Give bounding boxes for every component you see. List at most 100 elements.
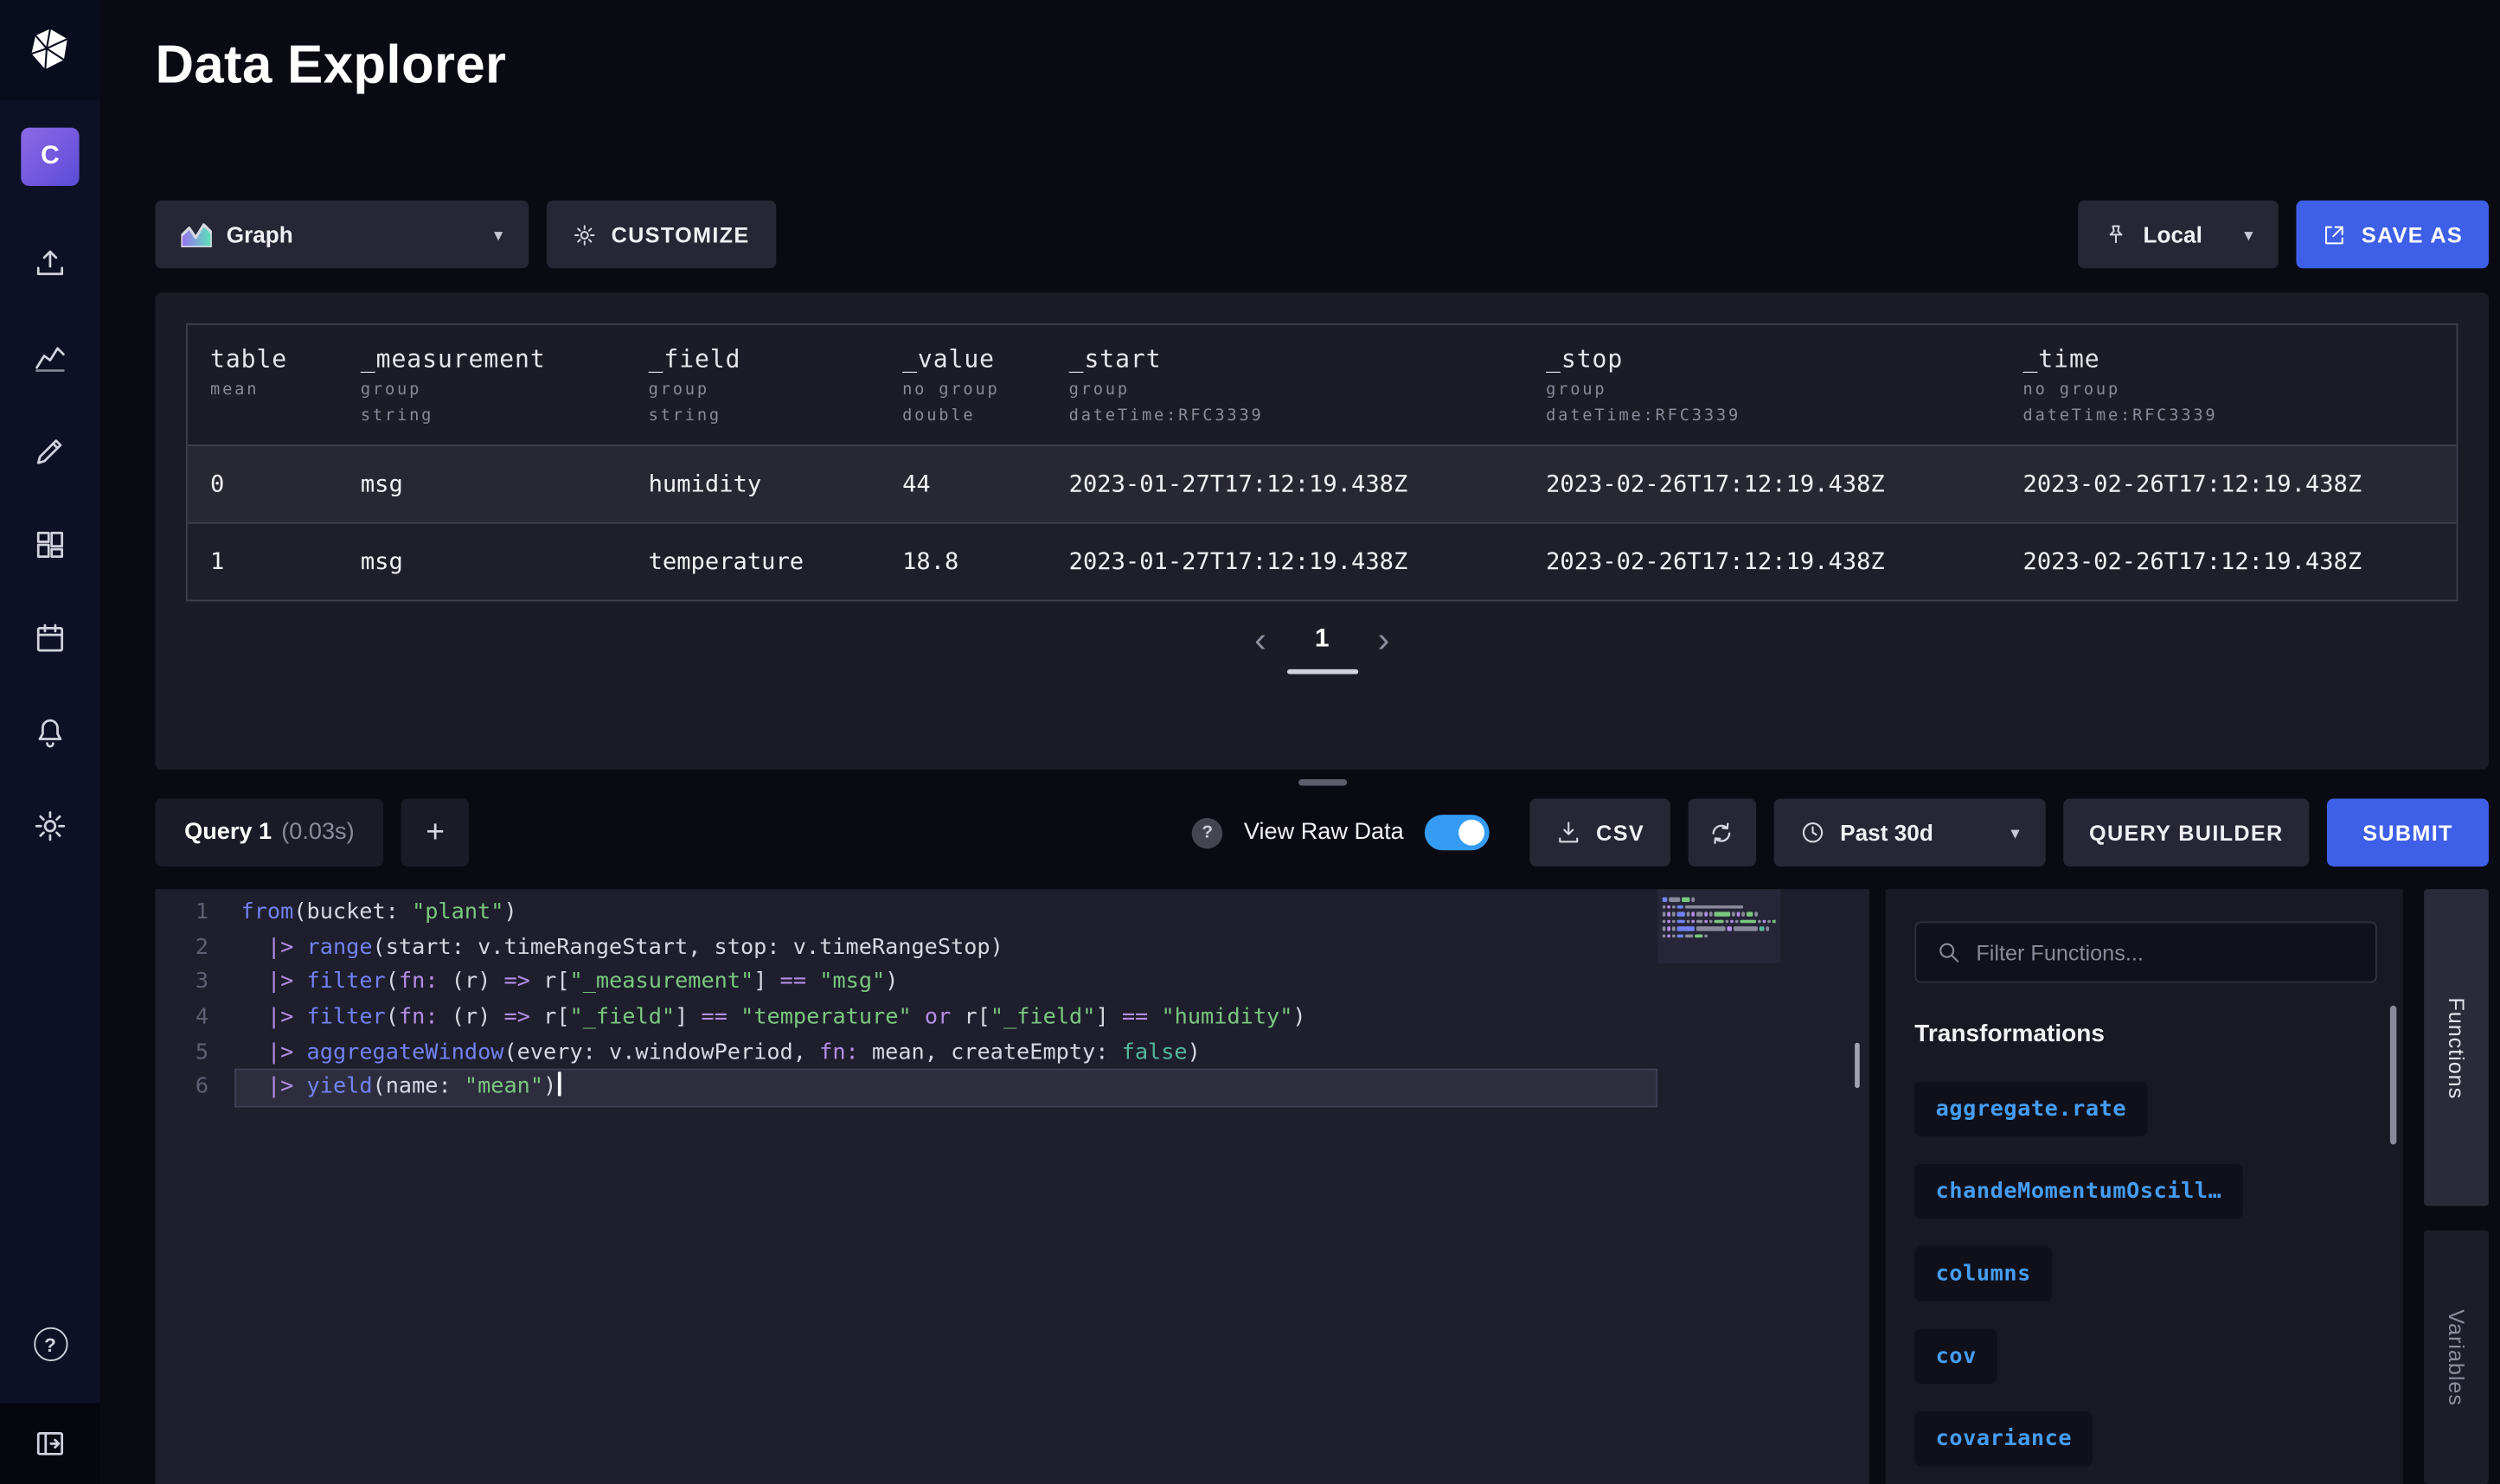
- influxdb-logo[interactable]: [0, 0, 100, 100]
- csv-label: CSV: [1596, 821, 1644, 845]
- save-as-label: SAVE AS: [2362, 222, 2463, 246]
- flux-editor[interactable]: 123456 from(bucket: "plant") |> range(st…: [155, 889, 1869, 1484]
- tab-variables[interactable]: Variables: [2424, 1231, 2489, 1484]
- function-item[interactable]: cov: [1914, 1329, 1997, 1385]
- add-query-button[interactable]: +: [401, 798, 470, 867]
- editor-scrollbar[interactable]: [1855, 1043, 1860, 1088]
- app-window: C: [0, 0, 2500, 1484]
- query-toolbar: Query 1 (0.03s) + ? View Raw Data CSV: [155, 798, 2488, 867]
- column-header[interactable]: _fieldgroupstring: [625, 325, 879, 445]
- minimap-line: [1663, 912, 1776, 916]
- column-header[interactable]: _timeno groupdateTime:RFC3339: [2000, 325, 2456, 445]
- csv-button[interactable]: CSV: [1530, 798, 1670, 867]
- influxdb-logo-icon: [26, 26, 74, 74]
- code-line[interactable]: |> filter(fn: (r) => r["_field"] == "tem…: [236, 1001, 1656, 1036]
- page-title: Data Explorer: [155, 32, 2488, 97]
- customize-label: CUSTOMIZE: [612, 222, 750, 246]
- query-tab[interactable]: Query 1 (0.03s): [155, 798, 383, 867]
- nav-item-alerts[interactable]: [31, 713, 70, 752]
- org-avatar[interactable]: C: [21, 128, 79, 186]
- bell-icon: [32, 714, 67, 750]
- query-workspace: 123456 from(bucket: "plant") |> range(st…: [155, 889, 2488, 1484]
- function-item[interactable]: aggregate.rate: [1914, 1082, 2147, 1137]
- search-input[interactable]: [1976, 940, 2356, 964]
- function-search: [1914, 922, 2377, 983]
- function-item[interactable]: chandeMomentumOscill…: [1914, 1164, 2242, 1219]
- raw-data-panel: tablemean_measurementgroupstring_fieldgr…: [155, 292, 2488, 769]
- nav-item-load-data[interactable]: [31, 244, 70, 283]
- refresh-button[interactable]: [1688, 798, 1756, 867]
- functions-panel: Transformations aggregate.rate chandeMome…: [1886, 889, 2403, 1484]
- prev-page-button[interactable]: ‹: [1254, 623, 1266, 658]
- viz-type-dropdown[interactable]: Graph ▾: [155, 201, 529, 269]
- tab-functions[interactable]: Functions: [2424, 889, 2489, 1206]
- download-icon: [1555, 820, 1581, 846]
- line-number: 6: [155, 1071, 235, 1106]
- code-line[interactable]: |> yield(name: "mean"): [236, 1071, 1656, 1106]
- query-builder-button[interactable]: QUERY BUILDER: [2063, 798, 2309, 867]
- code-line[interactable]: from(bucket: "plant"): [236, 896, 1656, 931]
- functions-section-title: Transformations: [1914, 1020, 2377, 1048]
- minimap-line: [1663, 905, 1776, 909]
- graph-type-icon: [181, 222, 212, 246]
- table-header-row: tablemean_measurementgroupstring_fieldgr…: [188, 325, 2457, 445]
- panel-resize-handle[interactable]: [1298, 779, 1346, 785]
- column-header[interactable]: tablemean: [188, 325, 338, 445]
- nav-item-settings[interactable]: [31, 807, 70, 846]
- minimap-line: [1663, 897, 1776, 901]
- line-number: 4: [155, 1001, 235, 1036]
- time-range-label: Past 30d: [1840, 820, 1933, 846]
- nav-item-expand-sidebar[interactable]: [0, 1404, 100, 1484]
- raw-data-table: tablemean_measurementgroupstring_fieldgr…: [186, 323, 2458, 602]
- clock-icon: [1799, 820, 1825, 846]
- gear-icon: [32, 809, 67, 844]
- code-lines: from(bucket: "plant") |> range(start: v.…: [236, 889, 1869, 1484]
- query-duration: (0.03s): [281, 820, 354, 846]
- nav-item-tasks[interactable]: [31, 619, 70, 658]
- chevron-down-icon: ▾: [494, 224, 503, 245]
- column-header[interactable]: _stopgroupdateTime:RFC3339: [1523, 325, 2000, 445]
- function-item[interactable]: covariance: [1914, 1411, 2093, 1467]
- org-avatar-label: C: [41, 143, 60, 172]
- minimap-line: [1663, 934, 1776, 938]
- nav-item-dashboards[interactable]: [31, 526, 70, 565]
- help-icon[interactable]: ?: [33, 1327, 67, 1361]
- column-header[interactable]: _startgroupdateTime:RFC3339: [1046, 325, 1522, 445]
- functions-scrollbar[interactable]: [2390, 1006, 2396, 1145]
- raw-data-help-icon[interactable]: ?: [1192, 817, 1223, 848]
- code-line[interactable]: |> range(start: v.timeRangeStart, stop: …: [236, 931, 1656, 966]
- next-page-button[interactable]: ›: [1378, 623, 1390, 658]
- side-tabs: Functions Variables: [2424, 889, 2489, 1484]
- help-glyph: ?: [1202, 822, 1214, 841]
- text-cursor: [558, 1072, 561, 1097]
- column-header[interactable]: _measurementgroupstring: [338, 325, 626, 445]
- current-page: 1: [1315, 625, 1330, 655]
- line-number: 3: [155, 966, 235, 1001]
- refresh-icon: [1708, 819, 1736, 847]
- save-location-dropdown[interactable]: Local ▾: [2079, 201, 2279, 269]
- nav-item-notebooks[interactable]: [31, 432, 70, 470]
- view-raw-data-toggle[interactable]: [1425, 815, 1490, 850]
- line-number: 5: [155, 1036, 235, 1071]
- customize-button[interactable]: CUSTOMIZE: [547, 201, 776, 269]
- functions-list: aggregate.rate chandeMomentumOscill… colum…: [1914, 1082, 2377, 1467]
- minimap[interactable]: [1657, 889, 1780, 1484]
- view-raw-data-label: View Raw Data: [1244, 820, 1404, 846]
- code-line[interactable]: |> aggregateWindow(every: v.windowPeriod…: [236, 1036, 1656, 1071]
- help-glyph: ?: [44, 1333, 56, 1355]
- nav-item-data-explorer[interactable]: [31, 338, 70, 377]
- sidebar: C: [0, 0, 100, 1484]
- function-item[interactable]: columns: [1914, 1246, 2052, 1302]
- calendar-icon: [32, 621, 67, 656]
- save-as-button[interactable]: SAVE AS: [2297, 201, 2489, 269]
- column-header[interactable]: _valueno groupdouble: [880, 325, 1047, 445]
- table-row[interactable]: 0msghumidity442023-01-27T17:12:19.438Z20…: [188, 445, 2457, 522]
- time-range-dropdown[interactable]: Past 30d ▾: [1774, 798, 2046, 867]
- gear-icon: [573, 222, 597, 246]
- minimap-line: [1663, 926, 1776, 931]
- viz-type-label: Graph: [227, 221, 293, 247]
- query-tab-label: Query 1: [184, 820, 272, 846]
- table-row[interactable]: 1msgtemperature18.82023-01-27T17:12:19.4…: [188, 522, 2457, 600]
- code-line[interactable]: |> filter(fn: (r) => r["_measurement"] =…: [236, 966, 1656, 1001]
- submit-button[interactable]: SUBMIT: [2327, 798, 2489, 867]
